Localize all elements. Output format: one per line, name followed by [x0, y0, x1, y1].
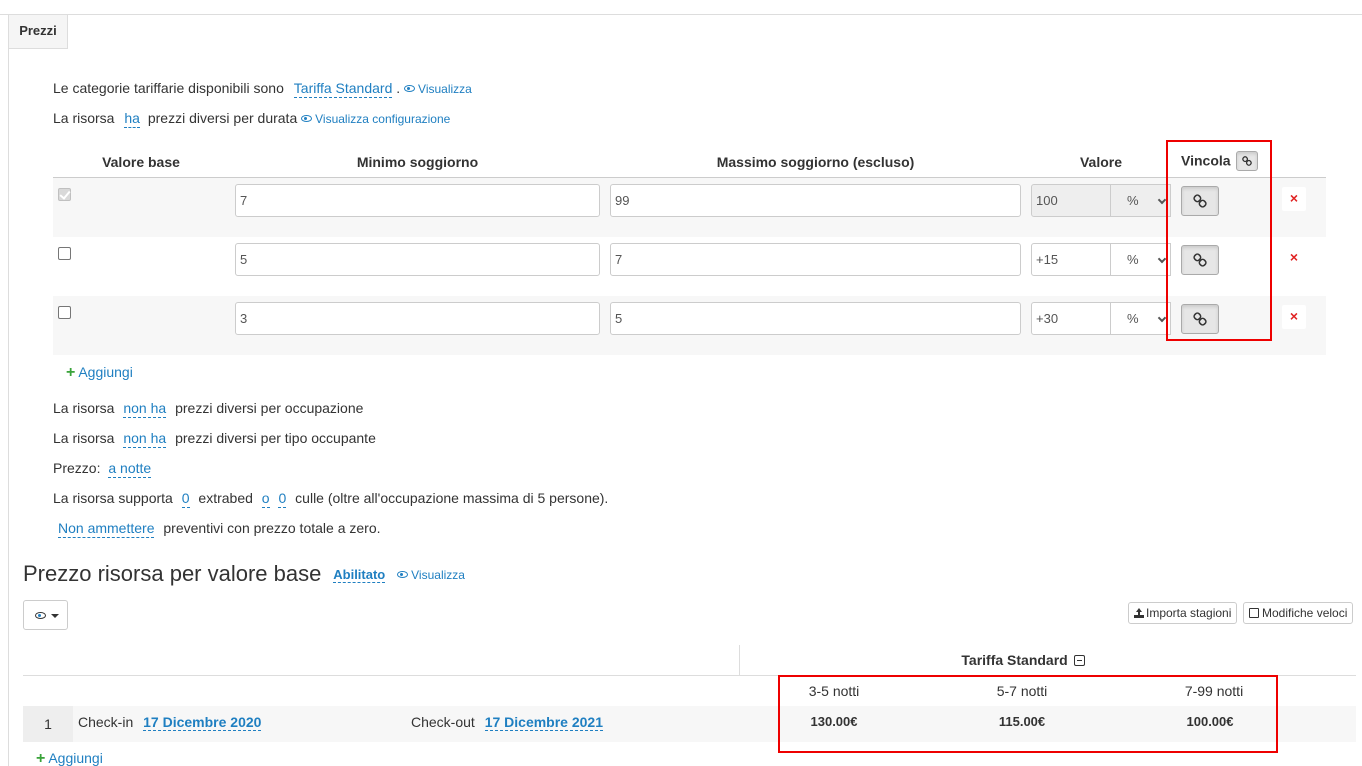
extras-line: La risorsa supporta 0 extrabed o 0 culle… — [53, 490, 609, 508]
add-duration-row-button[interactable]: + Aggiungi — [66, 364, 133, 382]
eye-icon — [301, 115, 313, 123]
eye-icon — [404, 85, 416, 93]
delete-row-button[interactable]: × — [1282, 246, 1306, 270]
categories-text: Le categorie tariffarie disponibili sono — [53, 80, 284, 96]
delete-row-button[interactable]: × — [1282, 305, 1306, 329]
top-border — [0, 14, 1362, 15]
collapse-icon[interactable] — [1073, 655, 1085, 666]
categories-line: Le categorie tariffarie disponibili sono… — [53, 80, 472, 98]
season-row-index: 1 — [23, 706, 73, 742]
occupant-type-toggle[interactable]: non ha — [123, 430, 167, 448]
quick-edit-button[interactable]: Modifiche veloci — [1243, 602, 1354, 624]
visualizza-categories-link[interactable]: Visualizza — [404, 82, 472, 96]
close-icon: × — [1289, 190, 1299, 206]
duration-line: La risorsa ha prezzi diversi per durata … — [53, 110, 450, 128]
header-base: Valore base — [102, 154, 180, 170]
categories-link[interactable]: Tariffa Standard — [293, 80, 393, 98]
unit-select[interactable]: % — [1111, 302, 1171, 335]
min-stay-input[interactable]: 3 — [235, 302, 600, 335]
occupancy-toggle[interactable]: non ha — [123, 400, 167, 418]
base-checkbox[interactable] — [58, 306, 71, 319]
occupant-type-line: La risorsa non ha prezzi diversi per tip… — [53, 430, 376, 448]
chevron-down-icon — [1157, 254, 1167, 264]
visualizza-base-link[interactable]: Visualizza — [397, 568, 465, 582]
base-section-header: Prezzo risorsa per valore base Abilitato… — [23, 561, 465, 587]
occupancy-line: La risorsa non ha prezzi diversi per occ… — [53, 400, 364, 418]
base-status-toggle[interactable]: Abilitato — [333, 567, 386, 583]
eye-icon — [397, 571, 409, 579]
unit-select[interactable]: % — [1111, 243, 1171, 276]
max-stay-input[interactable]: 99 — [610, 184, 1021, 217]
upload-icon — [1134, 608, 1144, 618]
header-max: Massimo soggiorno (escluso) — [716, 154, 915, 170]
checkin-field: Check-in 17 Dicembre 2020 — [78, 714, 262, 731]
unit-select[interactable]: % — [1111, 184, 1171, 217]
cribs-count[interactable]: 0 — [278, 490, 287, 508]
price-line: Prezzo: a notte — [53, 460, 152, 478]
view-dropdown-button[interactable] — [23, 600, 68, 630]
price-mode-toggle[interactable]: a notte — [108, 460, 152, 478]
base-checkbox[interactable] — [58, 188, 71, 201]
chevron-down-icon — [1157, 195, 1167, 205]
eye-icon — [35, 612, 46, 619]
edit-icon — [1249, 608, 1259, 618]
min-stay-input[interactable]: 7 — [235, 184, 600, 217]
duration-prefix: La risorsa — [53, 110, 115, 126]
close-icon: × — [1289, 308, 1299, 324]
chevron-down-icon — [1157, 313, 1167, 323]
tariff-divider-right — [1306, 675, 1356, 676]
duration-suffix: prezzi diversi per durata — [147, 110, 298, 126]
visualizza-config-link[interactable]: Visualizza configurazione — [301, 112, 450, 126]
plus-icon: + — [66, 364, 76, 381]
import-seasons-button[interactable]: Importa stagioni — [1128, 602, 1238, 624]
close-icon: × — [1289, 249, 1299, 265]
max-stay-input[interactable]: 7 — [610, 243, 1021, 276]
highlight-box-prices — [778, 675, 1278, 753]
extrabed-count[interactable]: 0 — [181, 490, 190, 508]
tariff-header[interactable]: Tariffa Standard — [740, 652, 1306, 668]
checkin-date[interactable]: 17 Dicembre 2020 — [143, 714, 262, 731]
base-checkbox[interactable] — [58, 247, 71, 260]
zero-price-toggle[interactable]: Non ammettere — [58, 520, 155, 538]
max-stay-input[interactable]: 5 — [610, 302, 1021, 335]
header-value: Valore — [1079, 154, 1123, 170]
min-stay-input[interactable]: 5 — [235, 243, 600, 276]
value-input[interactable]: 100 — [1031, 184, 1111, 217]
checkout-date[interactable]: 17 Dicembre 2021 — [484, 714, 604, 731]
checkout-field: Check-out 17 Dicembre 2021 — [411, 714, 604, 731]
extra-or-toggle[interactable]: o — [261, 490, 270, 508]
header-min: Minimo soggiorno — [356, 154, 479, 170]
categories-dot: . — [396, 80, 401, 96]
add-season-button[interactable]: + Aggiungi — [36, 750, 103, 766]
plus-icon: + — [36, 750, 46, 766]
value-input[interactable]: +15 — [1031, 243, 1111, 276]
section-title: Prezzo risorsa per valore base — [23, 561, 322, 586]
delete-row-button[interactable]: × — [1282, 187, 1306, 211]
tab-prezzi[interactable]: Prezzi — [8, 15, 68, 49]
duration-toggle[interactable]: ha — [124, 110, 140, 128]
caret-down-icon — [51, 614, 59, 618]
zero-price-line: Non ammettere preventivi con prezzo tota… — [58, 520, 381, 538]
value-input[interactable]: +30 — [1031, 302, 1111, 335]
highlight-box-link-column — [1166, 140, 1272, 341]
